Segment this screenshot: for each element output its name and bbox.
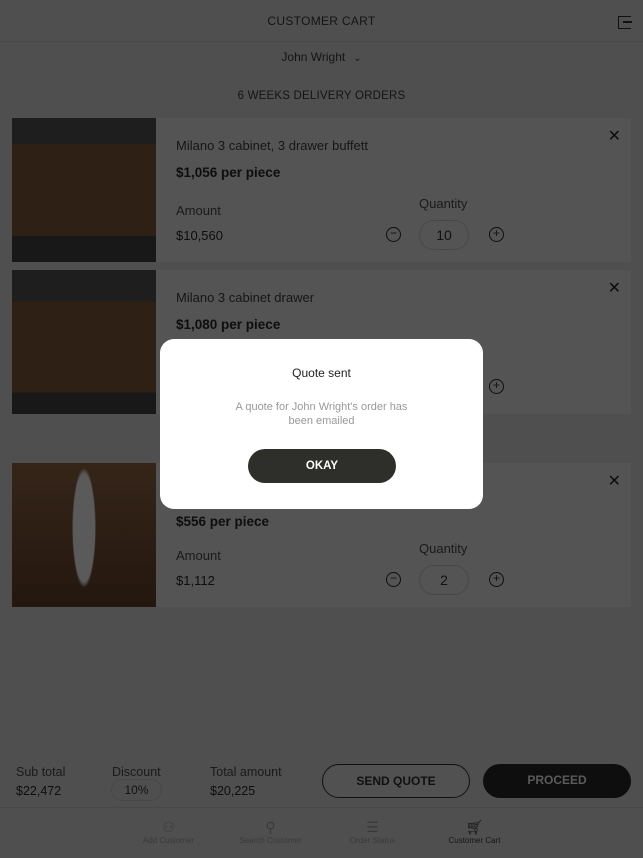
product-image [12, 463, 156, 607]
dialog-message: A quote for John Wright's order has been… [235, 401, 408, 427]
amount-value: $10,560 [176, 228, 223, 243]
total-label: Total amount [210, 765, 282, 779]
subtotal-value: $22,472 [16, 784, 62, 798]
customer-name: John Wright [281, 50, 346, 64]
item-price: $1,080 per piece [176, 317, 281, 332]
nav-label: Order Status [349, 836, 396, 845]
nav-customer-cart[interactable]: 🛒︎ Customer Cart [435, 810, 515, 858]
increase-icon[interactable]: + [489, 227, 504, 242]
remove-icon[interactable]: ✕ [608, 126, 621, 146]
subtotal-label: Sub total [16, 765, 66, 779]
item-price: $556 per piece [176, 514, 270, 529]
dialog-title: Quote sent [292, 366, 351, 380]
product-image [12, 270, 156, 414]
nav-search-customer[interactable]: ⚲ Search Customer [231, 810, 311, 858]
quantity-label: Quantity [419, 196, 468, 211]
nav-label: Customer Cart [448, 836, 501, 845]
decrease-icon[interactable]: − [386, 227, 401, 242]
add-user-icon: ⚇ [162, 819, 175, 835]
nav-add-customer[interactable]: ⚇ Add Customer [129, 810, 209, 858]
quantity-field[interactable]: 2 [419, 565, 469, 595]
logout-icon[interactable] [618, 16, 632, 29]
amount-value: $1,112 [176, 573, 215, 588]
summary-bar: Sub total $22,472 Discount 10% Total amo… [0, 750, 643, 808]
header: CUSTOMER CART [0, 0, 643, 42]
cart-item: Milano 3 cabinet, 3 drawer buffett $1,05… [12, 118, 631, 262]
search-user-icon: ⚲ [265, 819, 276, 835]
nav-label: Search Customer [239, 836, 302, 845]
cart-icon: 🛒︎ [465, 819, 484, 835]
nav-label: Add Customer [142, 836, 195, 845]
proceed-button[interactable]: PROCEED [483, 764, 631, 798]
increase-icon[interactable]: + [489, 572, 504, 587]
item-name: Milano 3 cabinet drawer [176, 290, 315, 305]
page-title: CUSTOMER CART [267, 13, 376, 28]
item-name: Milano 3 cabinet, 3 drawer buffett [176, 138, 368, 153]
section-title: 6 WEEKS DELIVERY ORDERS [237, 90, 406, 102]
remove-icon[interactable]: ✕ [608, 471, 621, 491]
quantity-field[interactable]: 10 [419, 220, 469, 250]
decrease-icon[interactable]: − [386, 572, 401, 587]
customer-selector[interactable]: John Wright ⌄ [0, 50, 643, 64]
increase-icon[interactable]: + [489, 379, 504, 394]
quantity-label: Quantity [419, 541, 468, 556]
amount-label: Amount [176, 203, 221, 218]
remove-icon[interactable]: ✕ [608, 278, 621, 298]
bottom-nav: ⚇ Add Customer ⚲ Search Customer ☰ Order St… [0, 810, 643, 858]
okay-button[interactable]: OKAY [248, 449, 396, 483]
chevron-down-icon: ⌄ [353, 53, 362, 64]
send-quote-button[interactable]: SEND QUOTE [322, 764, 470, 798]
amount-label: Amount [176, 548, 221, 563]
product-image [12, 118, 156, 262]
item-price: $1,056 per piece [176, 165, 281, 180]
total-value: $20,225 [210, 784, 256, 798]
discount-label: Discount [112, 765, 161, 779]
list-icon: ☰ [366, 819, 379, 835]
nav-order-status[interactable]: ☰ Order Status [333, 810, 413, 858]
quote-sent-dialog: Quote sent A quote for John Wright's ord… [160, 339, 483, 509]
discount-field[interactable]: 10% [111, 779, 162, 801]
